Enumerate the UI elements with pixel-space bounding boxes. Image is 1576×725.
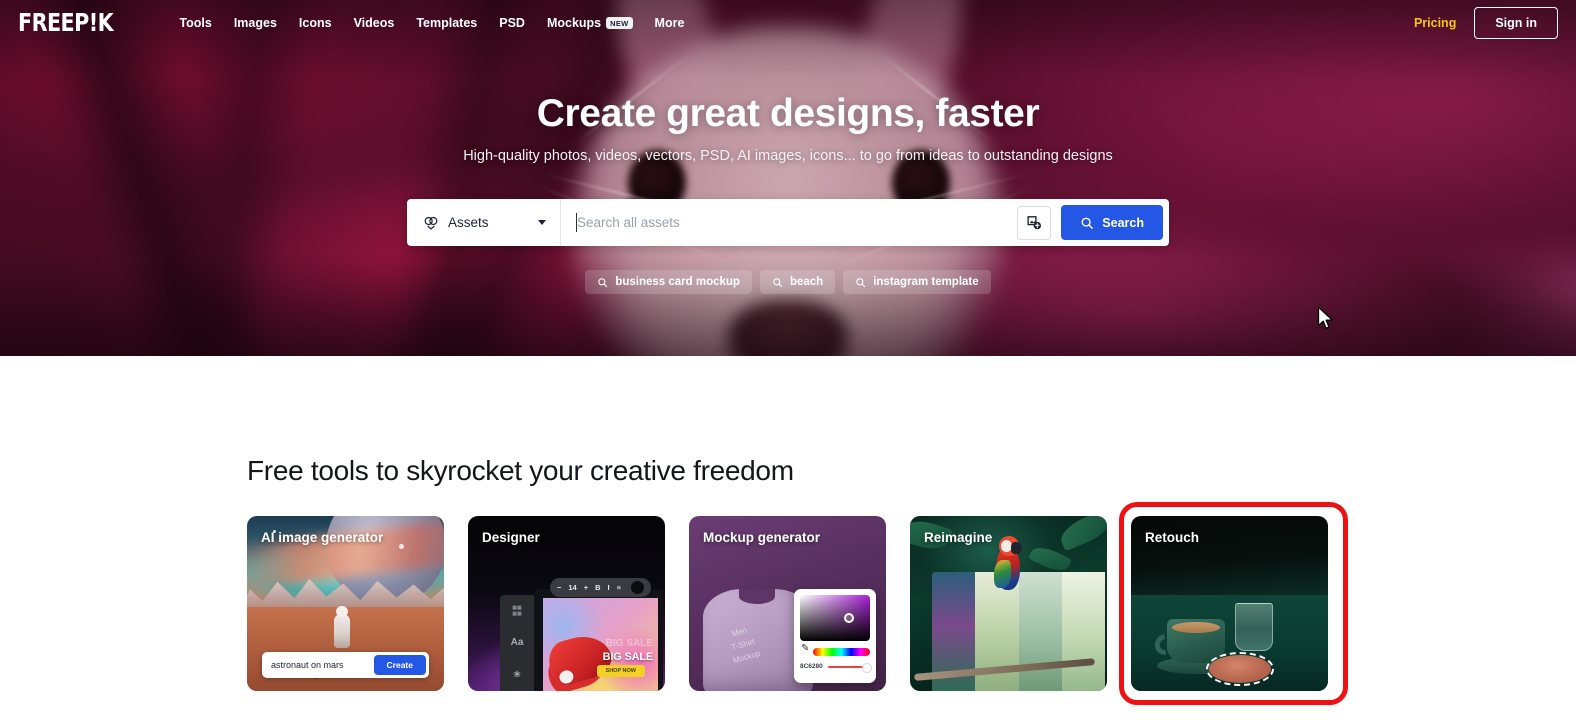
- suggestion-label: instagram template: [873, 276, 979, 288]
- search-icon: [598, 277, 608, 287]
- top-navigation-bar: FREEP!K Tools Images Icons Videos Templa…: [0, 0, 1576, 45]
- minus-icon: −: [557, 583, 562, 592]
- parrot-illustration: [990, 536, 1028, 598]
- hero-section: FREEP!K Tools Images Icons Videos Templa…: [0, 0, 1576, 356]
- hero-title: Create great designs, faster: [536, 92, 1040, 135]
- search-placeholder: Search all assets: [577, 215, 680, 230]
- italic-icon: I: [607, 583, 610, 592]
- canvas-headline: BIG SALE: [602, 651, 654, 663]
- nav-item-icons[interactable]: Icons: [288, 10, 343, 36]
- tool-card-retouch[interactable]: Retouch: [1131, 516, 1328, 691]
- card-title: Reimagine: [924, 530, 993, 545]
- canvas-ghost-text: BIG SALE: [605, 638, 653, 649]
- card-title: AI image generator: [261, 530, 384, 545]
- free-tools-section: Free tools to skyrocket your creative fr…: [0, 356, 1576, 725]
- card-title: Mockup generator: [703, 530, 821, 545]
- search-button[interactable]: Search: [1061, 205, 1163, 240]
- hex-value: 8C6280: [800, 663, 823, 670]
- canvas-cta: SHOP NOW: [596, 665, 645, 677]
- image-search-button[interactable]: [1017, 205, 1052, 240]
- search-bar: Assets Search all assets Search: [407, 199, 1169, 246]
- suggestion-chip-beach[interactable]: beach: [759, 270, 836, 294]
- search-icon: [856, 277, 866, 287]
- bold-icon: B: [595, 583, 601, 592]
- tools-carousel: AI image generator astronaut on mars Cre…: [247, 516, 1328, 691]
- nav-item-label: Images: [233, 15, 277, 30]
- ai-prompt-bar: astronaut on mars Create: [262, 652, 429, 678]
- assets-icon: [424, 216, 438, 230]
- suggestion-label: business card mockup: [615, 276, 740, 288]
- shirt-text-line3: Mockup: [731, 648, 762, 666]
- nav-item-videos[interactable]: Videos: [343, 10, 406, 36]
- suggestion-chip-instagram-template[interactable]: instagram template: [843, 270, 991, 294]
- color-swatch: [631, 581, 644, 594]
- nav-item-label: More: [654, 15, 685, 30]
- opacity-slider: [827, 662, 873, 673]
- freepik-logo[interactable]: FREEP!K: [18, 8, 114, 37]
- nav-item-mockups[interactable]: Mockups NEW: [536, 10, 644, 36]
- image-upload-search-icon: [1027, 216, 1041, 230]
- hero-content: Create great designs, faster High-qualit…: [0, 0, 1576, 356]
- nav-item-tools[interactable]: Tools: [168, 10, 222, 36]
- nav-item-label: Videos: [353, 15, 395, 30]
- designer-text-toolbar: − 14 + B I ≡: [550, 578, 651, 597]
- page-root: FREEP!K Tools Images Icons Videos Templa…: [0, 0, 1576, 725]
- pricing-link[interactable]: Pricing: [1414, 16, 1456, 30]
- color-picker-panel: ✎ 8C6280: [794, 589, 876, 683]
- create-button[interactable]: Create: [373, 655, 426, 675]
- search-icon: [1081, 217, 1094, 229]
- nav-item-label: Mockups: [546, 15, 602, 30]
- new-badge: NEW: [606, 17, 633, 30]
- nav-links: Tools Images Icons Videos Templates PSD …: [168, 10, 695, 36]
- eyedropper-icon: ✎: [801, 643, 810, 654]
- card-title: Retouch: [1145, 530, 1199, 545]
- nav-item-label: Icons: [298, 15, 332, 30]
- plus-icon: +: [583, 583, 589, 592]
- tool-card-reimagine[interactable]: Reimagine: [910, 516, 1107, 691]
- nav-item-images[interactable]: Images: [223, 10, 288, 36]
- chevron-down-icon: [538, 220, 546, 225]
- nav-item-more[interactable]: More: [644, 10, 696, 36]
- nav-item-label: Templates: [416, 15, 478, 30]
- nav-right-group: Pricing Sign in: [1414, 6, 1576, 39]
- search-input[interactable]: Search all assets: [561, 199, 1017, 246]
- search-scope-label: Assets: [448, 215, 489, 230]
- designer-text-tool-label: Aa: [510, 637, 524, 648]
- card-title: Designer: [482, 530, 540, 545]
- align-icon: ≡: [616, 583, 622, 592]
- shirt-text-line1: Men: [730, 625, 749, 639]
- hero-subtitle: High-quality photos, videos, vectors, PS…: [463, 148, 1113, 164]
- suggestion-chip-business-card-mockup[interactable]: business card mockup: [585, 270, 752, 294]
- nav-item-templates[interactable]: Templates: [405, 10, 488, 36]
- search-scope-dropdown[interactable]: Assets: [407, 199, 561, 246]
- ai-prompt-input[interactable]: astronaut on mars: [271, 660, 344, 670]
- font-size-value: 14: [568, 583, 577, 592]
- nav-item-label: PSD: [499, 15, 525, 30]
- text-caret: [576, 213, 577, 232]
- tool-card-ai-image-generator[interactable]: AI image generator astronaut on mars Cre…: [247, 516, 444, 691]
- search-button-label: Search: [1102, 215, 1144, 230]
- suggestion-label: beach: [789, 276, 824, 288]
- nav-item-psd[interactable]: PSD: [488, 10, 536, 36]
- nav-item-label: Tools: [179, 15, 212, 30]
- search-icon: [773, 277, 783, 287]
- tool-card-mockup-generator[interactable]: Men T-Shirt Mockup ✎ 8C6280 Mockup gener…: [689, 516, 886, 691]
- section-heading: Free tools to skyrocket your creative fr…: [247, 455, 794, 486]
- search-suggestions: business card mockup beach instagram tem…: [0, 270, 1576, 294]
- tool-card-designer[interactable]: ▦▦ ▦▦ Aa ❀ BIG SALE BIG SALE SHOP NOW − …: [468, 516, 665, 691]
- selection-marquee: [1206, 652, 1274, 686]
- sign-in-button[interactable]: Sign in: [1474, 6, 1558, 39]
